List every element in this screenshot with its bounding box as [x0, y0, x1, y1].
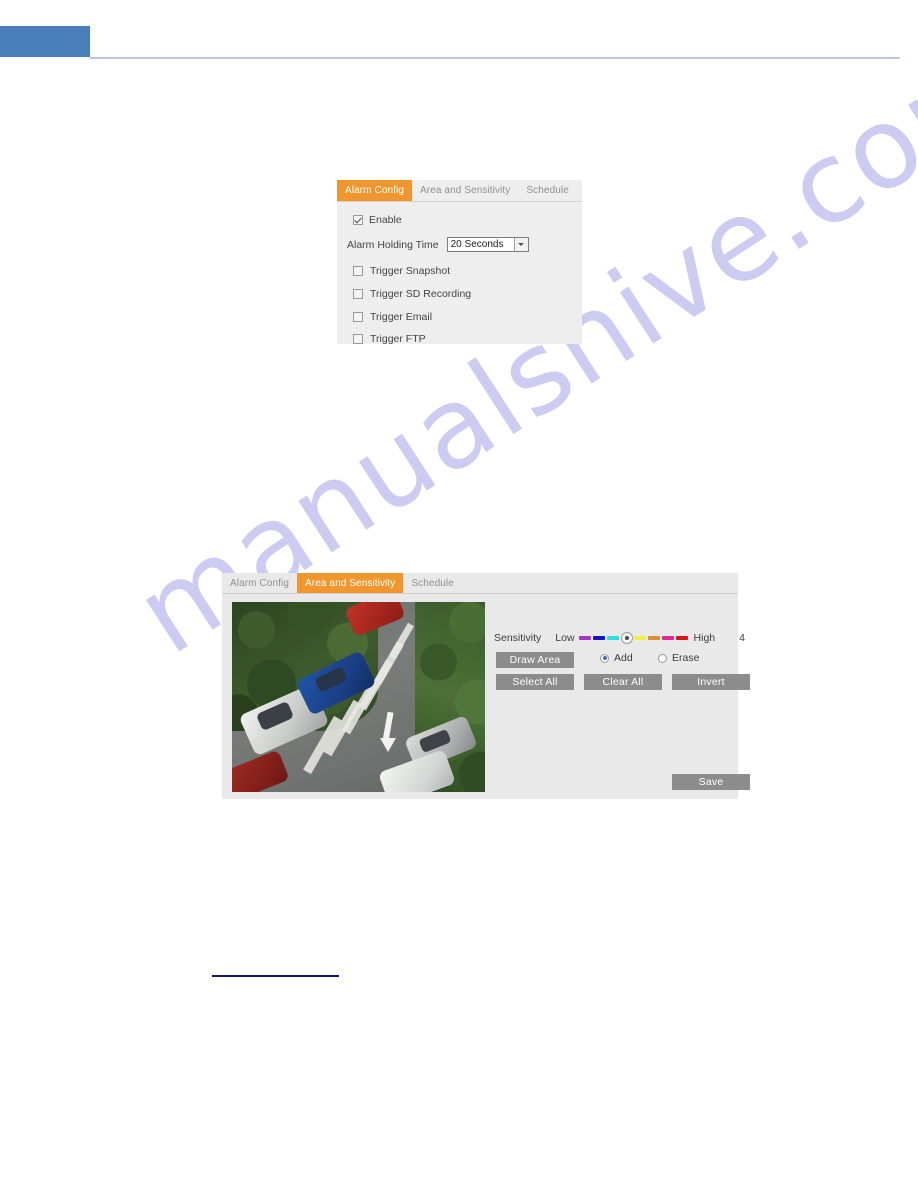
alarm-config-tabstrip: Alarm Config Area and Sensitivity Schedu…: [337, 180, 582, 202]
alarm-holding-time-select[interactable]: 20 Seconds: [446, 237, 529, 252]
trigger-sd-recording-checkbox[interactable]: [353, 289, 363, 299]
sensitivity-label: Sensitivity: [494, 632, 542, 644]
enable-label: Enable: [369, 214, 402, 226]
sensitivity-segment-2[interactable]: [592, 636, 605, 640]
trigger-sd-recording-row: Trigger SD Recording: [353, 288, 471, 300]
add-label: Add: [614, 652, 633, 664]
sensitivity-low-label: Low: [555, 632, 575, 644]
erase-radio[interactable]: [658, 653, 667, 663]
area-sensitivity-body: Sensitivity Low High 4 Draw Area Add Era…: [222, 594, 750, 799]
tab-alarm-config[interactable]: Alarm Config: [337, 180, 412, 201]
enable-checkbox[interactable]: [353, 215, 363, 225]
trigger-ftp-row: Trigger FTP: [353, 333, 426, 345]
erase-label: Erase: [672, 652, 700, 664]
sensitivity-value: 4: [739, 632, 745, 644]
header-divider-rule: [90, 57, 900, 59]
road-direction-arrow-icon: [380, 711, 396, 756]
alarm-holding-time-value: 20 Seconds: [450, 239, 504, 250]
sensitivity-row: Sensitivity Low High 4: [494, 632, 745, 644]
trigger-snapshot-checkbox[interactable]: [353, 266, 363, 276]
sensitivity-slider[interactable]: [578, 632, 690, 644]
trigger-email-row: Trigger Email: [353, 311, 432, 323]
trigger-snapshot-label: Trigger Snapshot: [370, 265, 451, 277]
sensitivity-segment-4[interactable]: [633, 636, 646, 640]
draw-area-button[interactable]: Draw Area: [496, 652, 574, 668]
tab-area-and-sensitivity-2[interactable]: Area and Sensitivity: [297, 573, 404, 593]
area-and-sensitivity-panel: Alarm Config Area and Sensitivity Schedu…: [222, 573, 750, 799]
footer-hyperlink[interactable]: [212, 962, 339, 977]
chevron-down-icon[interactable]: [513, 238, 528, 251]
tab-schedule-2[interactable]: Schedule: [403, 573, 462, 593]
clear-all-button[interactable]: Clear All: [584, 674, 662, 690]
sensitivity-segment-7[interactable]: [675, 636, 688, 640]
sensitivity-segment-5[interactable]: [647, 636, 660, 640]
area-sensitivity-tabstrip: Alarm Config Area and Sensitivity Schedu…: [222, 573, 738, 594]
save-button[interactable]: Save: [672, 774, 750, 790]
trigger-snapshot-row: Trigger Snapshot: [353, 265, 450, 277]
add-radio[interactable]: [600, 653, 609, 663]
trigger-email-checkbox[interactable]: [353, 312, 363, 322]
trigger-sd-recording-label: Trigger SD Recording: [370, 288, 472, 300]
sensitivity-segment-6[interactable]: [661, 636, 674, 640]
area-controls: Sensitivity Low High 4 Draw Area Add Era…: [494, 602, 750, 792]
alarm-config-panel: Alarm Config Area and Sensitivity Schedu…: [337, 180, 582, 345]
select-all-button[interactable]: Select All: [496, 674, 574, 690]
header-accent-block: [0, 26, 90, 57]
enable-row: Enable: [353, 214, 402, 226]
trigger-ftp-label: Trigger FTP: [370, 333, 426, 345]
invert-button[interactable]: Invert: [672, 674, 750, 690]
alarm-holding-time-label: Alarm Holding Time: [347, 238, 439, 251]
page-header: [0, 0, 918, 60]
draw-mode-erase-option[interactable]: Erase: [658, 652, 699, 664]
sensitivity-slider-knob[interactable]: [620, 632, 633, 644]
sensitivity-segment-1[interactable]: [578, 636, 591, 640]
trigger-email-label: Trigger Email: [370, 311, 433, 323]
trigger-ftp-checkbox[interactable]: [353, 334, 363, 344]
draw-mode-add-option[interactable]: Add: [600, 652, 633, 664]
sensitivity-segment-3[interactable]: [606, 636, 619, 640]
tab-alarm-config-2[interactable]: Alarm Config: [222, 573, 297, 593]
tab-schedule[interactable]: Schedule: [518, 180, 577, 201]
tab-area-and-sensitivity[interactable]: Area and Sensitivity: [412, 180, 518, 201]
video-preview[interactable]: [232, 602, 485, 792]
alarm-holding-time-row: Alarm Holding Time 20 Seconds: [347, 237, 529, 252]
sensitivity-high-label: High: [693, 632, 716, 644]
